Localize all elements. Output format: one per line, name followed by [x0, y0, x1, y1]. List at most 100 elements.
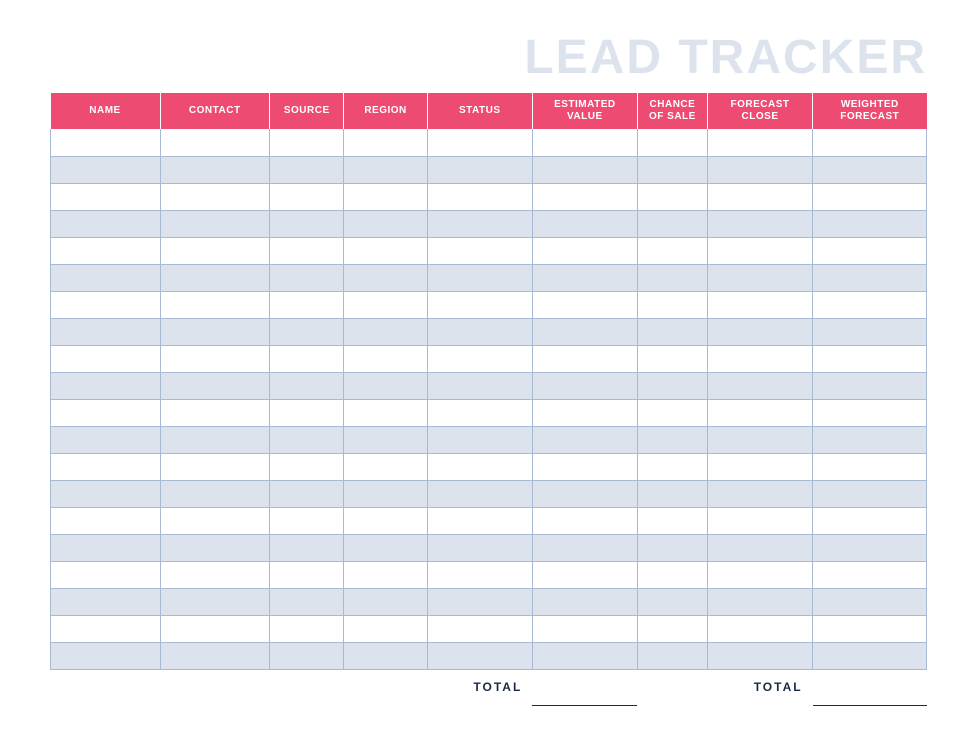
cell-source[interactable] [270, 588, 344, 615]
cell-weighted_forecast[interactable] [813, 534, 927, 561]
cell-estimated_value[interactable] [532, 129, 637, 156]
cell-chance_of_sale[interactable] [637, 237, 707, 264]
cell-region[interactable] [344, 291, 427, 318]
cell-source[interactable] [270, 561, 344, 588]
cell-chance_of_sale[interactable] [637, 291, 707, 318]
cell-forecast_close[interactable] [707, 426, 812, 453]
cell-estimated_value[interactable] [532, 237, 637, 264]
cell-forecast_close[interactable] [707, 264, 812, 291]
cell-forecast_close[interactable] [707, 372, 812, 399]
cell-contact[interactable] [160, 291, 270, 318]
cell-source[interactable] [270, 642, 344, 669]
cell-chance_of_sale[interactable] [637, 345, 707, 372]
cell-region[interactable] [344, 372, 427, 399]
cell-estimated_value[interactable] [532, 534, 637, 561]
cell-name[interactable] [51, 507, 161, 534]
cell-contact[interactable] [160, 129, 270, 156]
cell-forecast_close[interactable] [707, 345, 812, 372]
cell-region[interactable] [344, 345, 427, 372]
cell-name[interactable] [51, 129, 161, 156]
cell-estimated_value[interactable] [532, 615, 637, 642]
cell-chance_of_sale[interactable] [637, 399, 707, 426]
cell-source[interactable] [270, 264, 344, 291]
cell-forecast_close[interactable] [707, 480, 812, 507]
cell-forecast_close[interactable] [707, 318, 812, 345]
cell-source[interactable] [270, 210, 344, 237]
cell-contact[interactable] [160, 264, 270, 291]
cell-name[interactable] [51, 588, 161, 615]
cell-region[interactable] [344, 318, 427, 345]
cell-status[interactable] [427, 183, 532, 210]
cell-region[interactable] [344, 507, 427, 534]
cell-name[interactable] [51, 156, 161, 183]
cell-chance_of_sale[interactable] [637, 372, 707, 399]
cell-chance_of_sale[interactable] [637, 156, 707, 183]
cell-contact[interactable] [160, 561, 270, 588]
cell-estimated_value[interactable] [532, 210, 637, 237]
total-value-1[interactable] [532, 669, 637, 705]
cell-forecast_close[interactable] [707, 588, 812, 615]
cell-chance_of_sale[interactable] [637, 534, 707, 561]
cell-weighted_forecast[interactable] [813, 507, 927, 534]
cell-contact[interactable] [160, 615, 270, 642]
cell-name[interactable] [51, 372, 161, 399]
cell-name[interactable] [51, 345, 161, 372]
cell-estimated_value[interactable] [532, 642, 637, 669]
cell-estimated_value[interactable] [532, 453, 637, 480]
cell-region[interactable] [344, 399, 427, 426]
cell-weighted_forecast[interactable] [813, 372, 927, 399]
cell-status[interactable] [427, 372, 532, 399]
cell-status[interactable] [427, 615, 532, 642]
cell-name[interactable] [51, 453, 161, 480]
cell-estimated_value[interactable] [532, 291, 637, 318]
cell-source[interactable] [270, 318, 344, 345]
cell-estimated_value[interactable] [532, 426, 637, 453]
cell-source[interactable] [270, 453, 344, 480]
cell-forecast_close[interactable] [707, 129, 812, 156]
cell-name[interactable] [51, 264, 161, 291]
cell-status[interactable] [427, 588, 532, 615]
cell-contact[interactable] [160, 507, 270, 534]
cell-status[interactable] [427, 480, 532, 507]
cell-region[interactable] [344, 156, 427, 183]
cell-name[interactable] [51, 399, 161, 426]
cell-estimated_value[interactable] [532, 264, 637, 291]
cell-status[interactable] [427, 561, 532, 588]
cell-status[interactable] [427, 264, 532, 291]
cell-source[interactable] [270, 345, 344, 372]
cell-chance_of_sale[interactable] [637, 210, 707, 237]
cell-region[interactable] [344, 534, 427, 561]
cell-region[interactable] [344, 237, 427, 264]
cell-weighted_forecast[interactable] [813, 156, 927, 183]
cell-status[interactable] [427, 291, 532, 318]
cell-estimated_value[interactable] [532, 480, 637, 507]
cell-weighted_forecast[interactable] [813, 318, 927, 345]
cell-source[interactable] [270, 480, 344, 507]
cell-weighted_forecast[interactable] [813, 480, 927, 507]
cell-weighted_forecast[interactable] [813, 264, 927, 291]
cell-contact[interactable] [160, 426, 270, 453]
cell-contact[interactable] [160, 318, 270, 345]
cell-name[interactable] [51, 183, 161, 210]
cell-contact[interactable] [160, 534, 270, 561]
cell-forecast_close[interactable] [707, 615, 812, 642]
cell-region[interactable] [344, 480, 427, 507]
cell-weighted_forecast[interactable] [813, 642, 927, 669]
cell-estimated_value[interactable] [532, 588, 637, 615]
cell-name[interactable] [51, 615, 161, 642]
cell-weighted_forecast[interactable] [813, 237, 927, 264]
cell-weighted_forecast[interactable] [813, 399, 927, 426]
cell-source[interactable] [270, 507, 344, 534]
cell-chance_of_sale[interactable] [637, 264, 707, 291]
cell-chance_of_sale[interactable] [637, 561, 707, 588]
cell-estimated_value[interactable] [532, 372, 637, 399]
cell-chance_of_sale[interactable] [637, 507, 707, 534]
cell-chance_of_sale[interactable] [637, 426, 707, 453]
cell-forecast_close[interactable] [707, 561, 812, 588]
cell-chance_of_sale[interactable] [637, 588, 707, 615]
cell-forecast_close[interactable] [707, 237, 812, 264]
cell-estimated_value[interactable] [532, 345, 637, 372]
cell-region[interactable] [344, 615, 427, 642]
cell-status[interactable] [427, 426, 532, 453]
cell-region[interactable] [344, 129, 427, 156]
